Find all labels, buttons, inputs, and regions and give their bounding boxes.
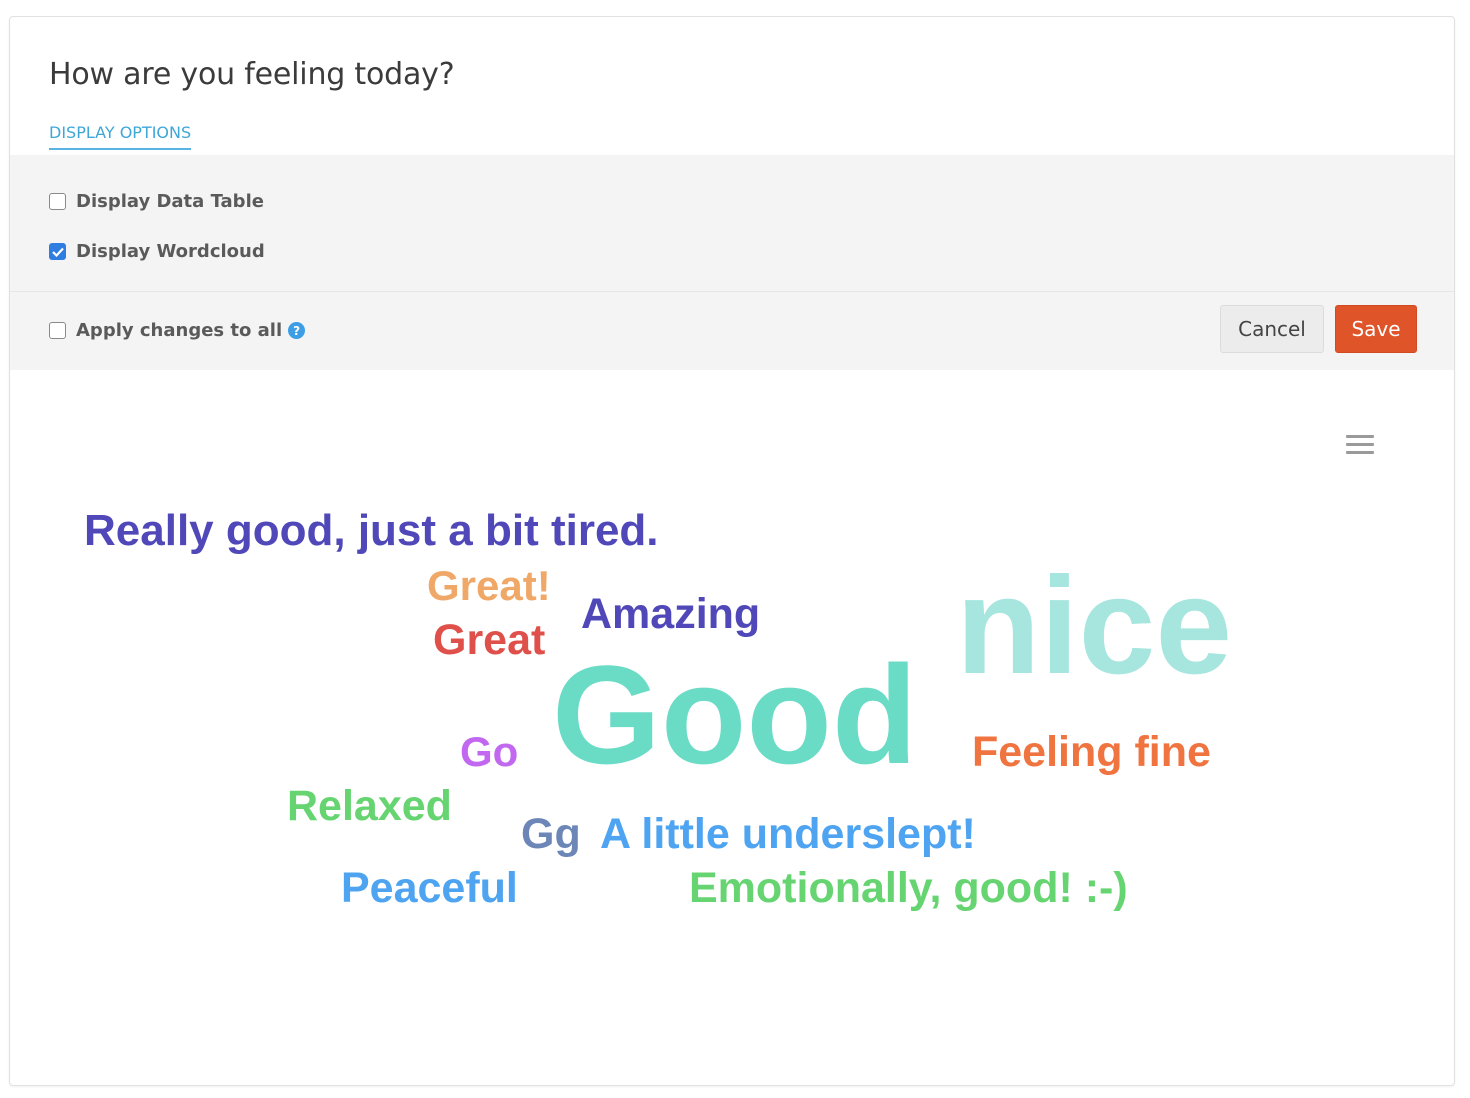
display-wordcloud-checkbox[interactable] (49, 243, 66, 260)
question-title: How are you feeling today? (49, 57, 455, 92)
wordcloud-word: Great (433, 616, 546, 664)
wordcloud-word: Emotionally, good! :-) (689, 864, 1128, 912)
question-card: How are you feeling today? DISPLAY OPTIO… (9, 16, 1455, 1086)
display-wordcloud-label: Display Wordcloud (76, 241, 265, 262)
apply-changes-checkbox[interactable] (49, 322, 66, 339)
save-button[interactable]: Save (1335, 305, 1417, 353)
display-wordcloud-option[interactable]: Display Wordcloud (49, 241, 265, 262)
wordcloud-word: Go (460, 728, 519, 775)
display-options-panel: Display Data Table Display Wordcloud (10, 155, 1454, 292)
wordcloud-word: Relaxed (287, 782, 452, 830)
question-circle-icon[interactable]: ? (288, 322, 306, 339)
wordcloud-word: Peaceful (341, 864, 518, 912)
hamburger-menu-icon[interactable] (1346, 435, 1374, 457)
wordcloud-word: nice (956, 549, 1233, 703)
display-data-table-label: Display Data Table (76, 191, 264, 212)
display-data-table-checkbox[interactable] (49, 193, 66, 210)
wordcloud-word: Amazing (581, 590, 761, 638)
wordcloud-word: Great! (427, 562, 551, 609)
apply-changes-label: Apply changes to all (76, 320, 283, 341)
wordcloud-word: Really good, just a bit tired. (84, 506, 659, 555)
wordcloud-word: Gg (521, 810, 581, 858)
wordcloud-word: Feeling fine (972, 728, 1211, 776)
tab-display-options[interactable]: DISPLAY OPTIONS (49, 123, 192, 150)
wordcloud-word: Good (552, 636, 918, 793)
apply-changes-option[interactable]: Apply changes to all ? (49, 320, 306, 341)
cancel-button[interactable]: Cancel (1220, 305, 1324, 353)
display-data-table-option[interactable]: Display Data Table (49, 191, 264, 212)
action-bar: Apply changes to all ? Cancel Save (10, 292, 1454, 370)
wordcloud-word: A little underslept! (600, 810, 976, 858)
